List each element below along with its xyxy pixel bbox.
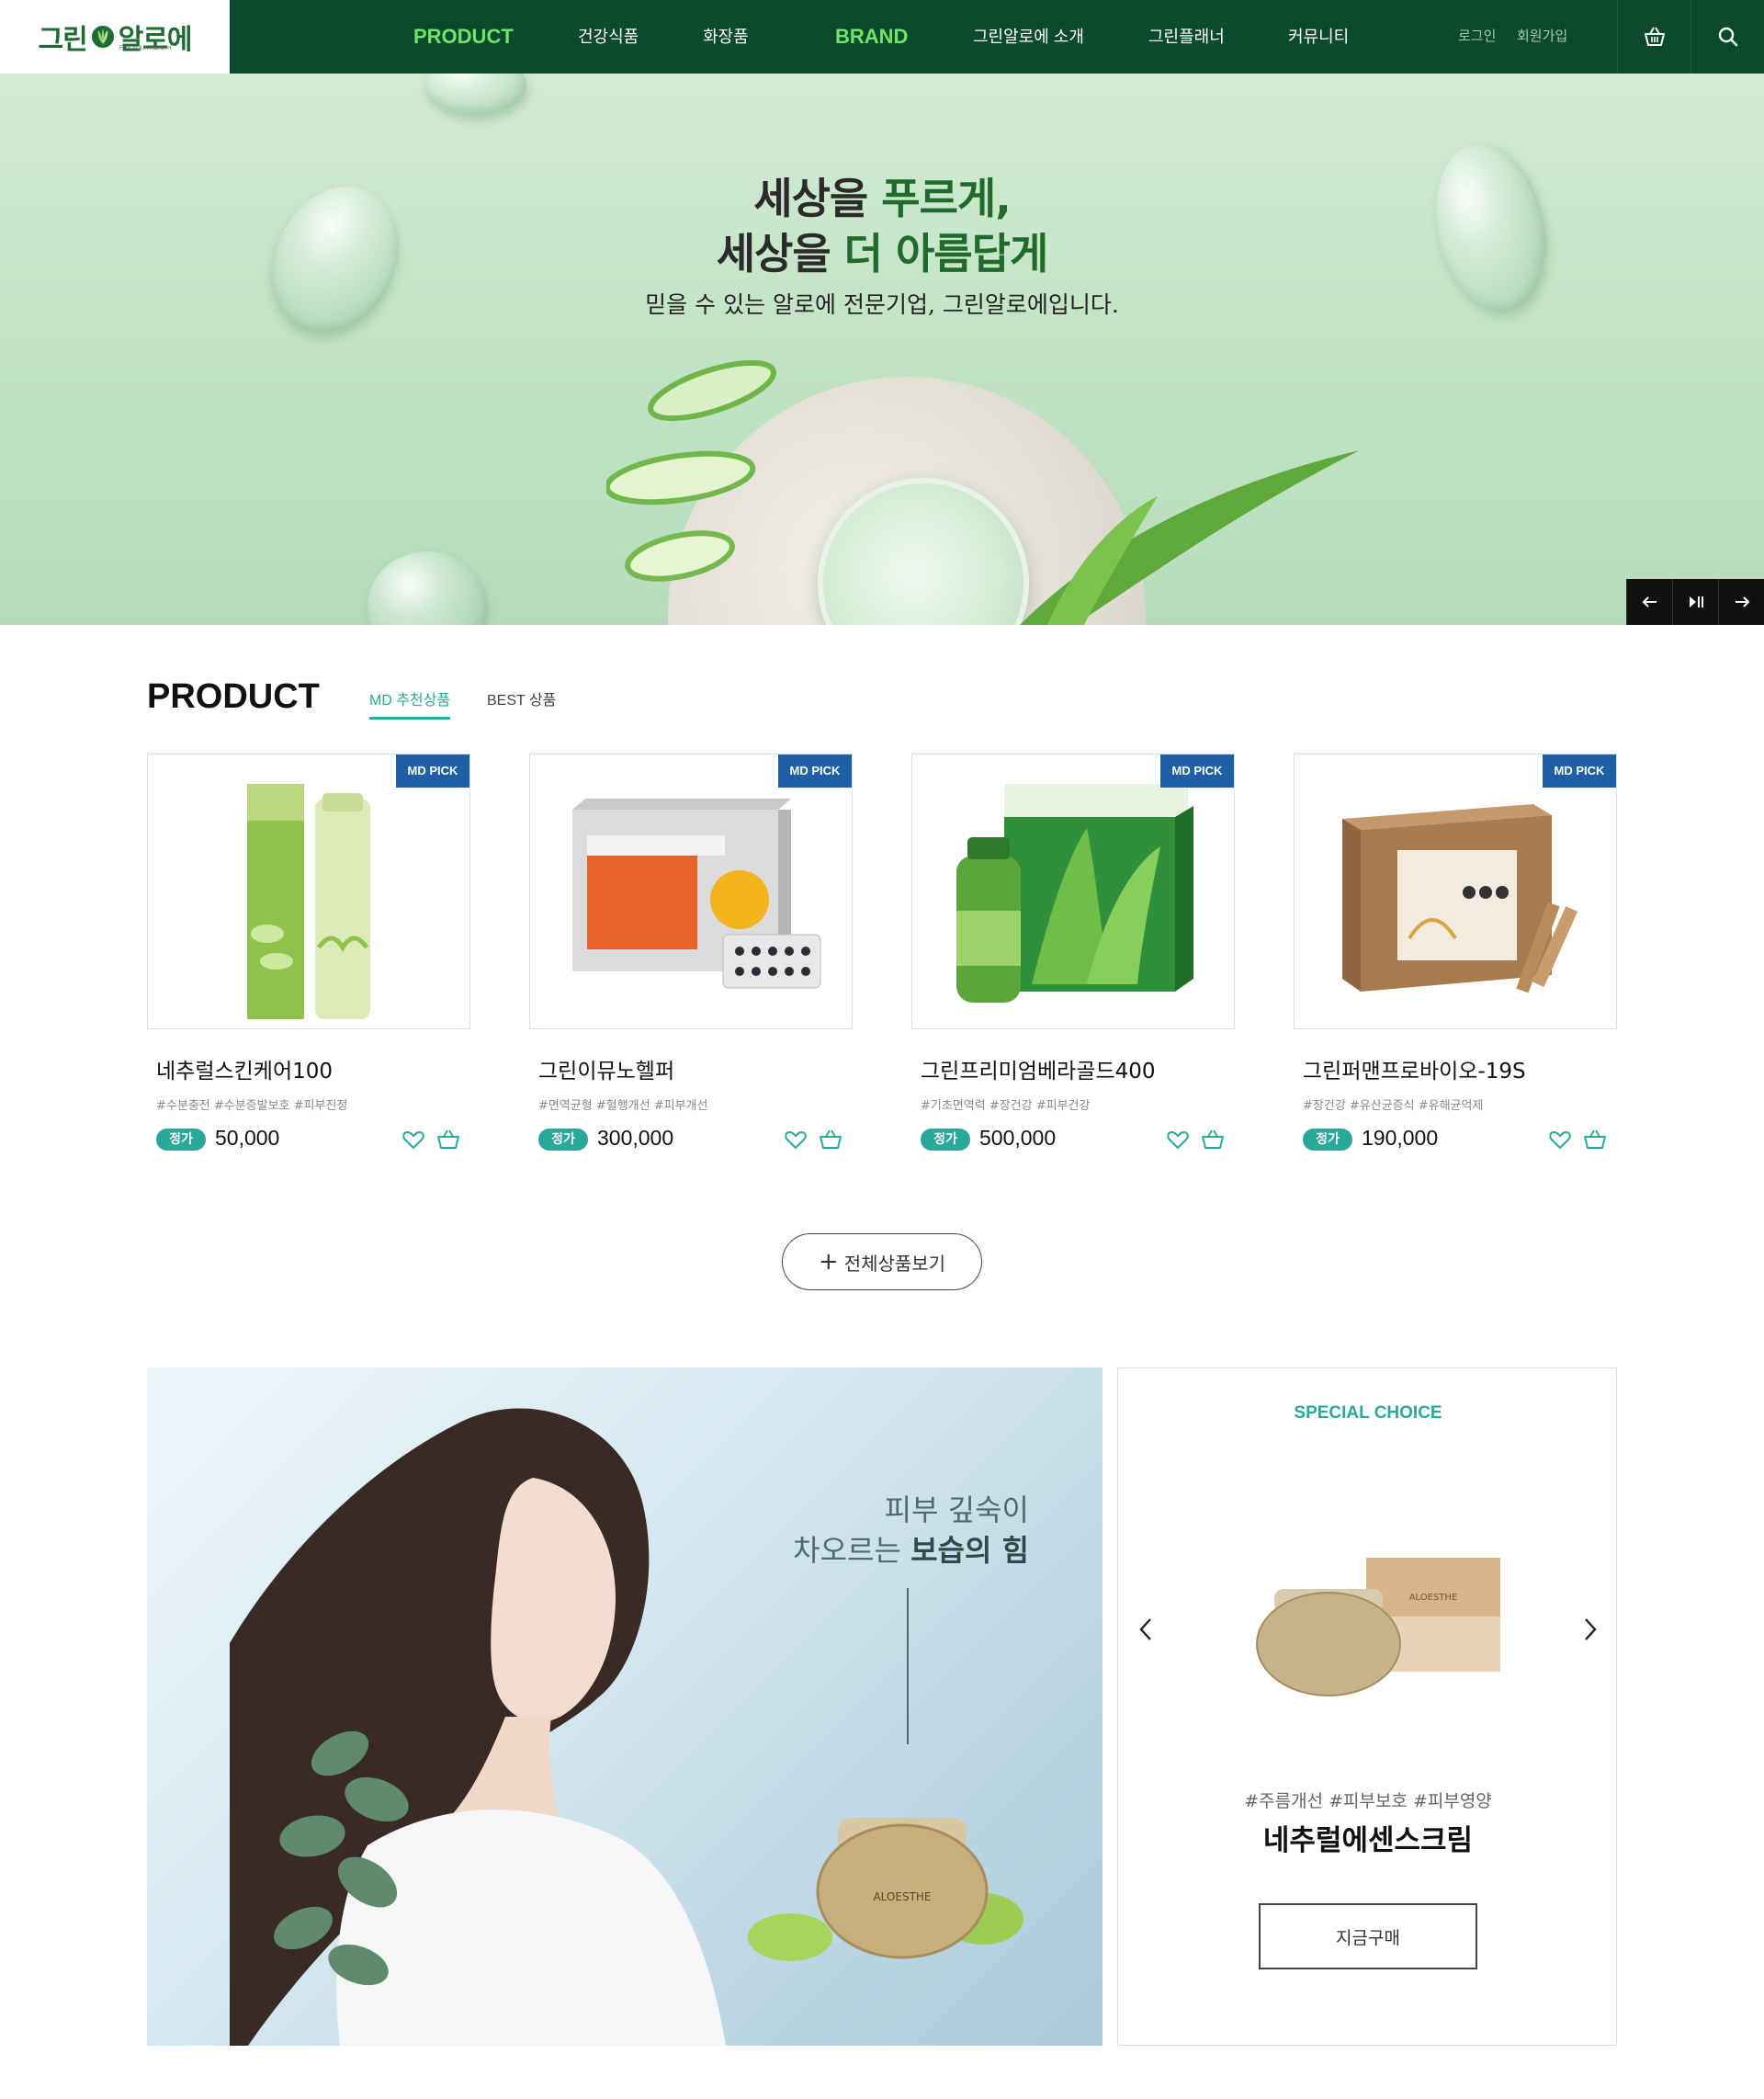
nav-brand[interactable]: BRAND: [835, 0, 908, 74]
basket-icon: [1644, 27, 1665, 46]
aloe-leaf-icon: [91, 26, 114, 48]
product-tags: #기초면역력 #장건강 #피부건강: [921, 1099, 1091, 1113]
price-label-badge: 정가: [1303, 1129, 1352, 1151]
product-tags: #수분충전 #수분증발보호 #피부진정: [156, 1099, 348, 1113]
special-prev-button[interactable]: [1127, 1611, 1164, 1648]
model-image: [230, 1408, 726, 2046]
basket-icon[interactable]: [1200, 1127, 1226, 1152]
product-name[interactable]: 그린프리미엄베라골드400: [921, 1053, 1156, 1084]
hero-subtitle: 믿을 수 있는 알로에 전문기업, 그린알로에입니다.: [645, 291, 1119, 318]
special-product-tags: #주름개선 #피부보호 #피부영양: [1244, 1791, 1492, 1811]
product-tags: #면역균형 #혈행개선 #피부개선: [538, 1099, 708, 1113]
probiotic-box-image: [1342, 804, 1578, 993]
nav-green-planner[interactable]: 그린플래너: [1148, 0, 1225, 74]
cream-jar-image: ALOESTHE: [748, 1818, 1023, 1961]
price-label-badge: 정가: [921, 1129, 970, 1151]
box-brand-label: ALOESTHE: [1409, 1593, 1458, 1603]
heart-icon[interactable]: [783, 1127, 808, 1152]
promo-banner[interactable]: 피부 깊숙이 차오르는 보습의 힘 ALOESTHE: [147, 1367, 1102, 2046]
nav-health-food[interactable]: 건강식품: [578, 0, 639, 74]
chevron-right-icon: [1585, 1618, 1597, 1640]
nav-product[interactable]: PRODUCT: [413, 0, 514, 74]
site-header: 그린 알로에 FOR YOUR HEALTH PRODUCT 건강식품 화장품 …: [0, 0, 1764, 74]
essence-cream-image: ALOESTHE: [1256, 1558, 1500, 1696]
price-label-badge: 정가: [538, 1129, 588, 1151]
login-link[interactable]: 로그인: [1458, 0, 1496, 74]
product-card[interactable]: MD PICK 그린이뮤노헬퍼 #면역균형 #혈행개선 #피부개선 정가 300…: [529, 754, 853, 1186]
nav-cosmetics[interactable]: 화장품: [703, 0, 749, 74]
special-choice-title: SPECIAL CHOICE: [1294, 1403, 1442, 1423]
search-button[interactable]: [1690, 0, 1764, 74]
product-tags: #장건강 #유산균증식 #유해균억제: [1303, 1099, 1484, 1113]
hero-title-line2: 세상을 더 아름답게: [716, 229, 1049, 278]
product-image[interactable]: MD PICK: [147, 754, 470, 1029]
skincare-product-image: [247, 784, 370, 1019]
product-name[interactable]: 그린이뮤노헬퍼: [538, 1053, 674, 1084]
product-image[interactable]: MD PICK: [911, 754, 1235, 1029]
nav-about[interactable]: 그린알로에 소개: [973, 0, 1084, 74]
special-choice-panel: SPECIAL CHOICE ALOESTHE #주름개선 #피부보호 #피부영…: [1117, 1367, 1617, 2046]
basket-icon[interactable]: [435, 1127, 461, 1152]
heart-icon[interactable]: [1547, 1127, 1573, 1152]
jar-brand-label: ALOESTHE: [873, 1890, 931, 1903]
hero-title-line1: 세상을 푸르게,: [753, 174, 1011, 223]
slide-play-pause-button[interactable]: [1672, 579, 1718, 625]
basket-icon[interactable]: [818, 1127, 843, 1152]
product-card[interactable]: MD PICK 그린퍼맨프로바이오-19S #장건강 #유산균증식 #유해균억제…: [1294, 754, 1617, 1186]
water-drop: [368, 551, 487, 625]
special-next-button[interactable]: [1572, 1611, 1609, 1648]
promo-line1: 피부 깊숙이: [884, 1492, 1029, 1527]
join-link[interactable]: 회원가입: [1517, 0, 1567, 74]
buy-now-button[interactable]: 지금구매: [1259, 1903, 1477, 1969]
product-image[interactable]: MD PICK: [1294, 754, 1617, 1029]
cart-button[interactable]: [1617, 0, 1690, 74]
hero-banner: 세상을 푸르게, 세상을 더 아름답게 믿을 수 있는 알로에 전문기업, 그린…: [0, 74, 1764, 625]
slide-prev-button[interactable]: [1626, 579, 1672, 625]
aloe-gold-product-image: [956, 784, 1193, 1003]
promo-divider-line: [907, 1588, 909, 1744]
logo-tagline: FOR YOUR HEALTH: [119, 46, 172, 51]
promo-line2: 차오르는 보습의 힘: [793, 1533, 1029, 1568]
product-name[interactable]: 그린퍼맨프로바이오-19S: [1303, 1053, 1526, 1084]
product-price: 190,000: [1362, 1126, 1439, 1150]
product-price: 50,000: [215, 1126, 280, 1150]
special-product-name[interactable]: 네추럴에센스크림: [1118, 1817, 1618, 1858]
view-all-label: 전체상품보기: [843, 1252, 946, 1275]
water-drop: [425, 74, 526, 115]
search-icon: [1718, 27, 1737, 47]
heart-icon[interactable]: [401, 1127, 426, 1152]
product-image[interactable]: MD PICK: [529, 754, 853, 1029]
heart-icon[interactable]: [1165, 1127, 1191, 1152]
md-pick-badge: MD PICK: [1160, 755, 1234, 788]
md-pick-badge: MD PICK: [396, 755, 469, 788]
chevron-left-icon: [1139, 1618, 1151, 1640]
md-pick-badge: MD PICK: [1543, 755, 1616, 788]
aloe-slices-image: [606, 359, 776, 582]
md-pick-badge: MD PICK: [778, 755, 852, 788]
arrow-left-icon: [1642, 596, 1657, 607]
price-label-badge: 정가: [156, 1129, 206, 1151]
product-price: 300,000: [597, 1126, 674, 1150]
tab-best[interactable]: BEST 상품: [487, 687, 556, 717]
arrow-right-icon: [1735, 596, 1749, 607]
tab-md-pick[interactable]: MD 추천상품: [369, 687, 451, 720]
aloe-leaf-image: [1020, 450, 1360, 625]
product-card[interactable]: MD PICK 그린프리미엄베라골드400 #기초면역력 #장건강 #피부건강 …: [911, 754, 1235, 1186]
logo-text-left: 그린: [38, 25, 87, 55]
supplement-box-image: [572, 799, 821, 989]
plus-icon: +: [818, 1248, 839, 1276]
slide-next-button[interactable]: [1718, 579, 1764, 625]
product-card[interactable]: MD PICK 네추럴스킨케어100 #수분충전 #수분증발보호 #피부진정 정…: [147, 754, 470, 1186]
view-all-products-button[interactable]: + 전체상품보기: [782, 1233, 982, 1290]
logo[interactable]: 그린 알로에 FOR YOUR HEALTH: [0, 0, 230, 74]
basket-icon[interactable]: [1582, 1127, 1608, 1152]
product-name[interactable]: 네추럴스킨케어100: [156, 1053, 333, 1084]
nav-community[interactable]: 커뮤니티: [1288, 0, 1349, 74]
product-section-title: PRODUCT: [147, 677, 320, 716]
product-price: 500,000: [979, 1126, 1057, 1150]
play-pause-icon: [1689, 596, 1703, 607]
